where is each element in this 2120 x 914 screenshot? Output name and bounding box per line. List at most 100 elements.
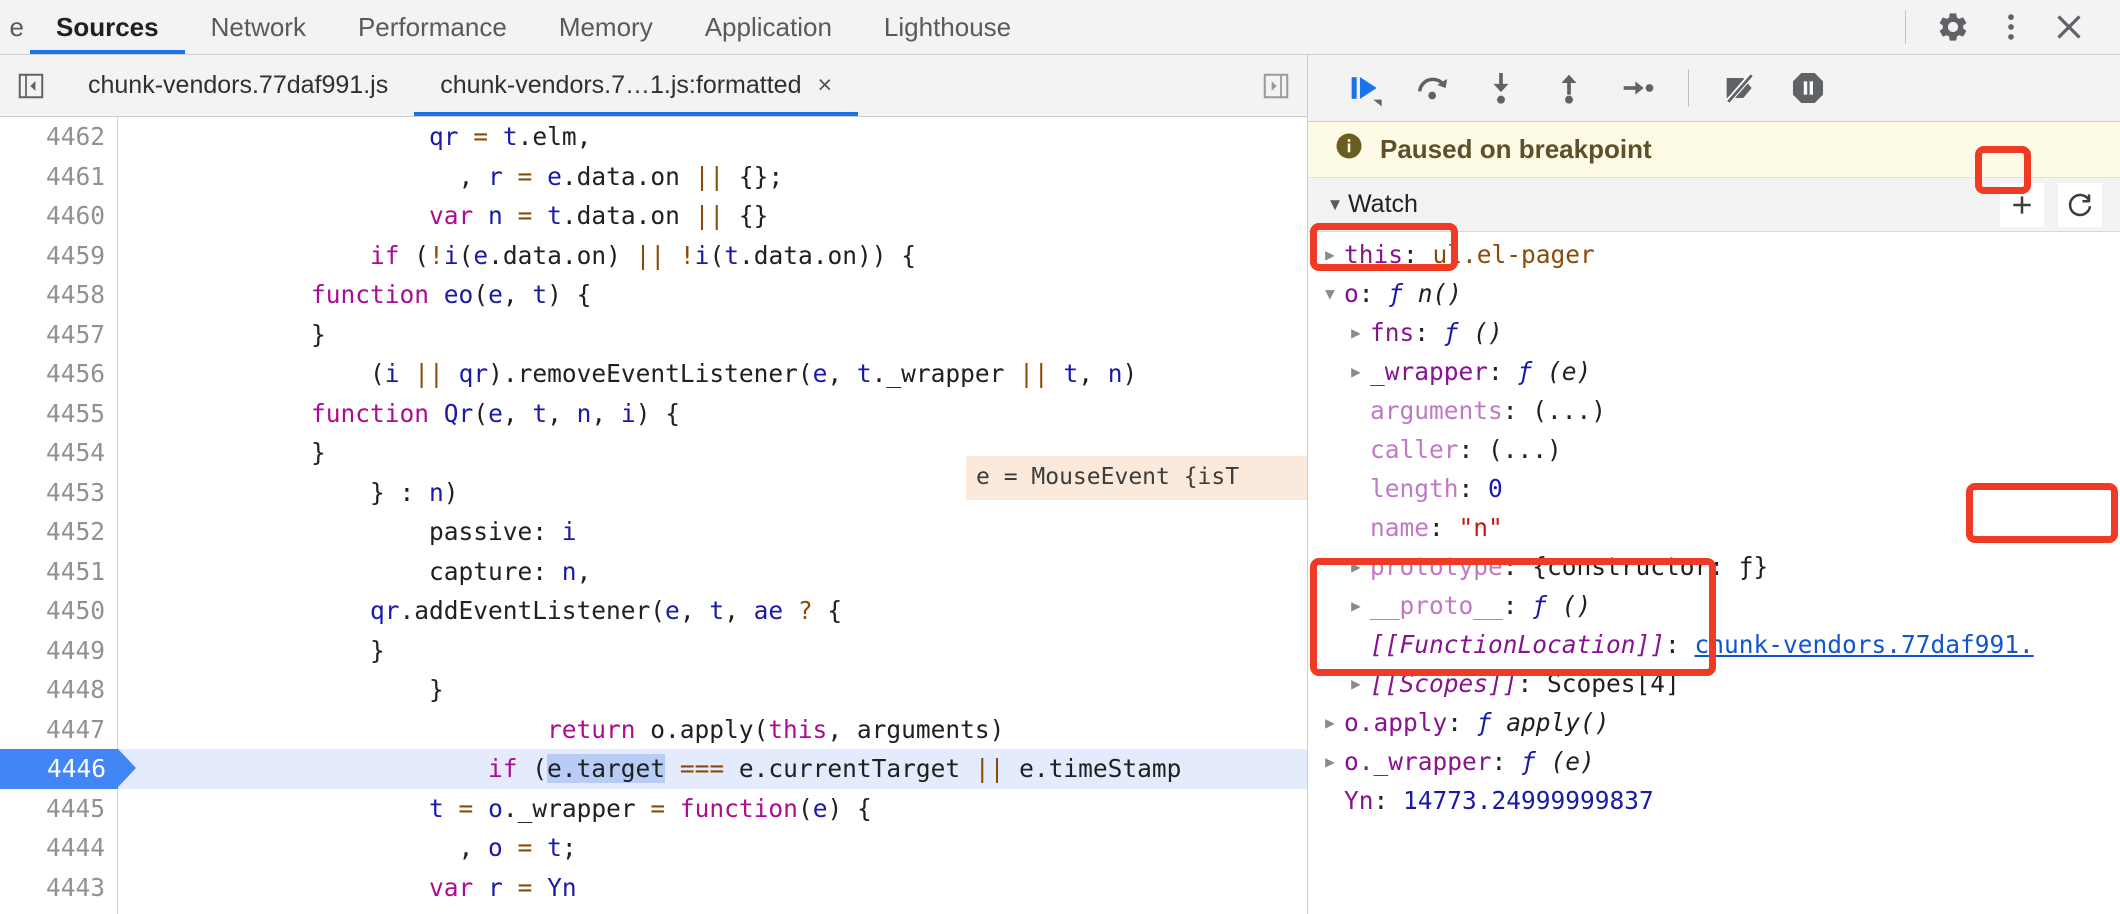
panel-tab-performance[interactable]: Performance <box>332 0 533 54</box>
chevron-down-icon[interactable]: ▼ <box>1320 285 1340 302</box>
watch-row[interactable]: ▶ prototype: {constructor: ƒ} <box>1308 547 2120 586</box>
step-over-button[interactable] <box>1402 57 1464 119</box>
function-location-link[interactable]: chunk-vendors.77daf991. <box>1695 625 2034 664</box>
watch-row[interactable]: ▶name: "n" <box>1308 508 2120 547</box>
line-number[interactable]: 4444 <box>0 828 118 868</box>
line-number[interactable]: 4450 <box>0 591 118 631</box>
line-number[interactable]: 4447 <box>0 709 118 749</box>
code-line-text[interactable]: , o = t; <box>118 828 1307 868</box>
panel-tab-network[interactable]: Network <box>185 0 332 54</box>
watch-separator: : <box>1491 747 1522 776</box>
code-line-text[interactable]: } <box>118 315 1307 355</box>
code-line-text[interactable]: function eo(e, t) { <box>118 275 1307 315</box>
code-line-text[interactable]: (i || qr).removeEventListener(e, t._wrap… <box>118 354 1307 394</box>
watch-row[interactable]: ▶length: 0 <box>1308 469 2120 508</box>
code-line-text[interactable]: qr.addEventListener(e, t, ae ? { <box>118 591 1307 631</box>
watch-row[interactable]: ▶caller: (...) <box>1308 430 2120 469</box>
watch-row[interactable]: ▶ o._wrapper: ƒ (e) <box>1308 742 2120 781</box>
line-number[interactable]: 4459 <box>0 235 118 275</box>
close-icon[interactable]: × <box>817 73 832 98</box>
code-line: 4449 } <box>0 630 1307 671</box>
code-line-text[interactable]: } <box>118 631 1307 671</box>
chevron-right-icon[interactable]: ▶ <box>1346 675 1366 692</box>
code-line-text[interactable]: } <box>118 670 1307 710</box>
code-line-text[interactable]: passive: i <box>118 512 1307 552</box>
step-into-button[interactable] <box>1470 57 1532 119</box>
chevron-down-icon[interactable]: ▼ <box>1322 196 1348 213</box>
code-line-text[interactable]: if (Zr) { <box>118 907 1307 914</box>
line-number[interactable]: 4448 <box>0 670 118 710</box>
code-line-text[interactable]: capture: n, <box>118 552 1307 592</box>
watch-separator: : <box>1447 708 1477 737</box>
watch-row[interactable]: ▶ fns: ƒ () <box>1308 313 2120 352</box>
watch-row[interactable]: ▶arguments: (...) <box>1308 391 2120 430</box>
line-number[interactable]: 4443 <box>0 867 118 907</box>
line-number[interactable]: 4449 <box>0 630 118 670</box>
refresh-watch-button[interactable] <box>2058 182 2102 227</box>
watch-property-name: o._wrapper <box>1344 747 1492 776</box>
watch-row[interactable]: ▶Yn: 14773.24999999837 <box>1308 781 2120 820</box>
line-number[interactable]: 4456 <box>0 354 118 394</box>
chevron-right-icon[interactable]: ▶ <box>1320 753 1340 770</box>
line-number[interactable]: 4457 <box>0 314 118 354</box>
chevron-right-icon[interactable]: ▶ <box>1346 558 1366 575</box>
panel-tab-memory[interactable]: Memory <box>533 0 679 54</box>
line-number[interactable]: 4455 <box>0 393 118 433</box>
add-watch-expression-button[interactable] <box>2000 182 2044 227</box>
line-number[interactable]: 4462 <box>0 117 118 157</box>
file-tab-1[interactable]: chunk-vendors.77daf991.js <box>62 55 414 116</box>
watch-row[interactable]: ▶ _wrapper: ƒ (e) <box>1308 352 2120 391</box>
line-number[interactable]: 4458 <box>0 275 118 315</box>
code-line-text[interactable]: function Qr(e, t, n, i) { <box>118 394 1307 434</box>
code-line-text[interactable]: if (!i(e.data.on) || !i(t.data.on)) { <box>118 236 1307 276</box>
file-tab-list: chunk-vendors.77daf991.js chunk-vendors.7… <box>62 55 1245 116</box>
watch-row[interactable]: ▶ [[Scopes]]: Scopes[4] <box>1308 664 2120 703</box>
line-number[interactable]: 4445 <box>0 788 118 828</box>
line-number[interactable]: 4454 <box>0 433 118 473</box>
watch-row[interactable]: ▶ o.apply: ƒ apply() <box>1308 703 2120 742</box>
pause-on-exceptions-button[interactable] <box>1777 57 1839 119</box>
code-editor[interactable]: 4462 qr = t.elm, 4461 , r = e.data.on || … <box>0 117 1307 914</box>
chevron-right-icon[interactable]: ▶ <box>1346 324 1366 341</box>
panel-tab-application[interactable]: Application <box>679 0 858 54</box>
code-line-text[interactable]: var r = Yn <box>118 868 1307 908</box>
kebab-menu-icon[interactable] <box>1982 0 2040 55</box>
gear-icon[interactable] <box>1924 0 1982 55</box>
panel-tab-lighthouse[interactable]: Lighthouse <box>858 0 1037 54</box>
file-tab-2[interactable]: chunk-vendors.7…1.js:formatted × <box>414 55 858 116</box>
line-number[interactable]: 4446 <box>0 749 136 789</box>
watch-row[interactable]: ▶[[FunctionLocation]]: chunk-vendors.77d… <box>1308 625 2120 664</box>
code-line-text[interactable]: return o.apply(this, arguments) <box>118 710 1307 750</box>
panel-tab-e[interactable]: e <box>0 0 30 54</box>
step-out-button[interactable] <box>1538 57 1600 119</box>
watch-section-header[interactable]: ▼ Watch <box>1308 178 2120 232</box>
code-line-text[interactable]: if (e.target === e.currentTarget || e.ti… <box>118 749 1307 789</box>
chevron-right-icon[interactable]: ▶ <box>1320 246 1340 263</box>
chevron-right-icon[interactable]: ▶ <box>1320 714 1340 731</box>
line-number[interactable]: 4460 <box>0 196 118 236</box>
watch-row[interactable]: ▶ this: ul.el-pager <box>1308 235 2120 274</box>
code-line-text[interactable]: qr = t.elm, <box>118 117 1307 157</box>
watch-expression-tree[interactable]: ▶ this: ul.el-pager ▼ o: ƒ n() ▶ fns: ƒ () ▶ _w… <box>1308 232 2120 914</box>
code-line-text[interactable]: var n = t.data.on || {} <box>118 196 1307 236</box>
line-number[interactable]: 4461 <box>0 156 118 196</box>
chevron-right-icon[interactable]: ▶ <box>1346 363 1366 380</box>
panel-tab-sources[interactable]: Sources <box>30 0 185 54</box>
code-line-text[interactable]: t = o._wrapper = function(e) { <box>118 789 1307 829</box>
deactivate-breakpoints-button[interactable] <box>1709 57 1771 119</box>
code-line-text[interactable]: , r = e.data.on || {}; <box>118 157 1307 197</box>
step-button[interactable] <box>1606 57 1668 119</box>
line-number[interactable]: 4442 <box>0 907 118 914</box>
watch-row[interactable]: ▶ __proto__: ƒ () <box>1308 586 2120 625</box>
watch-separator: : <box>1488 357 1518 386</box>
resume-script-button[interactable] <box>1334 57 1396 119</box>
line-number[interactable]: 4451 <box>0 551 118 591</box>
line-number[interactable]: 4453 <box>0 472 118 512</box>
show-navigator-icon[interactable] <box>0 55 62 116</box>
watch-row[interactable]: ▼ o: ƒ n() <box>1308 274 2120 313</box>
close-icon[interactable] <box>2040 0 2098 55</box>
show-debugger-icon[interactable] <box>1245 55 1307 116</box>
line-number[interactable]: 4452 <box>0 512 118 552</box>
watch-separator: : <box>1502 552 1533 581</box>
chevron-right-icon[interactable]: ▶ <box>1346 597 1366 614</box>
